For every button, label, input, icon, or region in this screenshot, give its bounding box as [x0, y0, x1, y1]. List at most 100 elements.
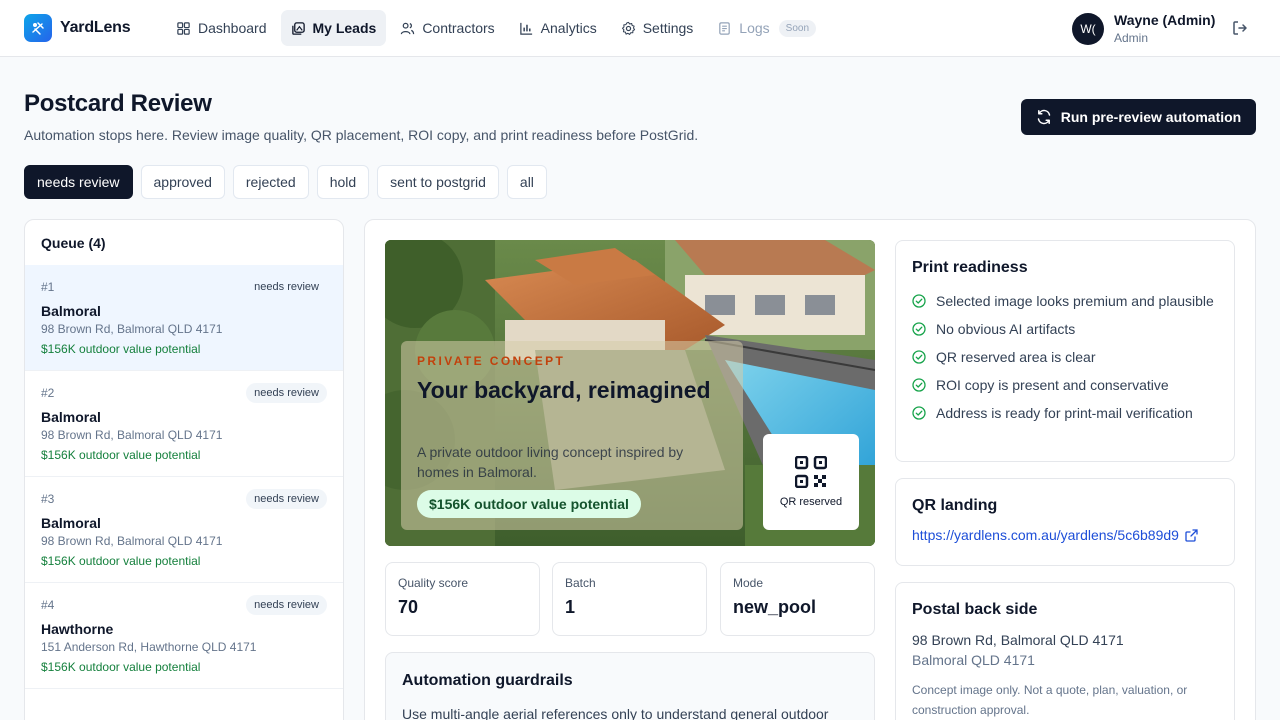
- queue-item-value: $156K outdoor value potential: [41, 342, 201, 356]
- qr-landing-card: QR landing https://yardlens.com.au/yardl…: [895, 478, 1235, 566]
- status-badge: needs review: [246, 489, 327, 509]
- leads-icon: [291, 21, 305, 35]
- stat-value: 1: [565, 597, 576, 617]
- logout-icon[interactable]: [1231, 19, 1249, 37]
- user-role: Admin: [1114, 31, 1149, 45]
- nav-item-my-leads[interactable]: My Leads: [280, 10, 387, 46]
- queue-item[interactable]: #4 needs review Hawthorne 151 Anderson R…: [25, 583, 343, 689]
- postal-disclaimer: Concept image only. Not a quote, plan, v…: [912, 683, 1188, 717]
- mode-card: Mode new_pool: [720, 562, 875, 636]
- filter-hold[interactable]: hold: [316, 165, 370, 199]
- status-filter-tabs: needs review approved rejected hold sent…: [24, 165, 547, 199]
- stat-value: 70: [398, 597, 419, 617]
- main-nav: Dashboard My Leads Contractors Analytics…: [166, 10, 826, 46]
- queue-item-address: 98 Brown Rd, Balmoral QLD 4171: [41, 322, 223, 336]
- nav-label: Contractors: [422, 20, 495, 36]
- stat-label: Quality score: [398, 576, 469, 590]
- filter-rejected[interactable]: rejected: [232, 165, 309, 199]
- checklist-label: ROI copy is present and conservative: [936, 377, 1169, 393]
- filter-needs-review[interactable]: needs review: [24, 165, 133, 199]
- queue-item[interactable]: #1 needs review Balmoral 98 Brown Rd, Ba…: [25, 265, 343, 371]
- checklist-item: No obvious AI artifacts: [912, 319, 1218, 339]
- guardrails-text: Use multi-angle aerial references only t…: [402, 706, 829, 720]
- checklist-item: ROI copy is present and conservative: [912, 375, 1218, 395]
- checklist-label: No obvious AI artifacts: [936, 321, 1076, 337]
- top-nav-bar: YardLens Dashboard My Leads Contractors …: [0, 0, 1280, 57]
- nav-label: Analytics: [540, 20, 597, 36]
- queue-item-address: 98 Brown Rd, Balmoral QLD 4171: [41, 428, 223, 442]
- stat-label: Batch: [565, 576, 596, 590]
- queue-item-value: $156K outdoor value potential: [41, 660, 201, 674]
- check-circle-icon: [912, 322, 926, 336]
- postcard-body: A private outdoor living concept inspire…: [417, 444, 684, 480]
- postcard-value-chip: $156K outdoor value potential: [417, 490, 641, 518]
- status-badge: needs review: [254, 281, 319, 293]
- page-title: Postcard Review: [24, 90, 212, 117]
- postcard-eyebrow: PRIVATE CONCEPT: [417, 354, 566, 368]
- nav-label: Dashboard: [198, 20, 267, 36]
- qr-landing-title: QR landing: [912, 497, 998, 514]
- user-menu[interactable]: W( Wayne (Admin) Admin: [1072, 12, 1215, 46]
- grid-icon: [177, 21, 190, 35]
- soon-badge: Soon: [778, 19, 817, 37]
- qr-code-icon: [795, 456, 827, 488]
- status-badge: needs review: [246, 595, 327, 615]
- qr-landing-link[interactable]: https://yardlens.com.au/yardlens/5c6b89d…: [912, 527, 1218, 543]
- queue-item-value: $156K outdoor value potential: [41, 448, 201, 462]
- postal-back-card: Postal back side 98 Brown Rd, Balmoral Q…: [895, 582, 1235, 720]
- app-name: YardLens: [60, 19, 131, 36]
- filter-approved[interactable]: approved: [140, 165, 225, 199]
- checklist-item: Address is ready for print-mail verifica…: [912, 403, 1218, 423]
- nav-item-contractors[interactable]: Contractors: [390, 10, 504, 46]
- check-circle-icon: [912, 350, 926, 364]
- check-circle-icon: [912, 294, 926, 308]
- filter-all[interactable]: all: [506, 165, 547, 199]
- qr-reserved-label: QR reserved: [779, 496, 843, 508]
- logs-icon: [719, 21, 731, 35]
- postcard-headline: Your backyard, reimagined: [417, 377, 711, 403]
- queue-item-address: 151 Anderson Rd, Hawthorne QLD 4171: [41, 640, 257, 654]
- page-subtitle: Automation stops here. Review image qual…: [24, 127, 699, 143]
- filter-sent-to-postgrid[interactable]: sent to postgrid: [377, 165, 499, 199]
- checklist-item: Selected image looks premium and plausib…: [912, 291, 1218, 311]
- avatar: W(: [1072, 13, 1104, 45]
- checklist-label: Address is ready for print-mail verifica…: [936, 405, 1193, 421]
- checklist-label: QR reserved area is clear: [936, 349, 1096, 365]
- qr-reserved-area: QR reserved: [763, 434, 859, 530]
- gear-icon: [621, 21, 635, 35]
- user-name: Wayne (Admin): [1114, 12, 1216, 28]
- quality-score-card: Quality score 70: [385, 562, 540, 636]
- check-circle-icon: [912, 378, 926, 392]
- nav-label: Logs: [739, 20, 770, 36]
- queue-item-suburb: Balmoral: [41, 515, 101, 531]
- print-readiness-card: Print readiness Selected image looks pre…: [895, 240, 1235, 462]
- guardrails-title: Automation guardrails: [402, 672, 573, 689]
- postal-title: Postal back side: [912, 601, 1038, 618]
- checklist-item: QR reserved area is clear: [912, 347, 1218, 367]
- nav-item-settings[interactable]: Settings: [611, 10, 704, 46]
- nav-item-analytics[interactable]: Analytics: [509, 10, 607, 46]
- qr-landing-url: https://yardlens.com.au/yardlens/5c6b89d…: [912, 527, 1179, 543]
- run-pre-review-button[interactable]: Run pre-review automation: [1021, 99, 1256, 135]
- queue-panel: Queue (4) #1 needs review Balmoral 98 Br…: [24, 219, 344, 720]
- refresh-icon: [1037, 109, 1051, 125]
- nav-item-dashboard[interactable]: Dashboard: [166, 10, 277, 46]
- nav-item-logs: Logs Soon: [707, 10, 826, 46]
- queue-item-address: 98 Brown Rd, Balmoral QLD 4171: [41, 534, 223, 548]
- automation-guardrails-card: Automation guardrails Use multi-angle ae…: [385, 652, 875, 720]
- app-logo[interactable]: YardLens: [24, 14, 131, 42]
- queue-item-value: $156K outdoor value potential: [41, 554, 201, 568]
- queue-item-suburb: Balmoral: [41, 303, 101, 319]
- queue-item-suburb: Hawthorne: [41, 621, 114, 637]
- bar-chart-icon: [519, 22, 532, 35]
- users-icon: [401, 22, 415, 34]
- print-readiness-title: Print readiness: [912, 259, 1028, 276]
- queue-item-suburb: Balmoral: [41, 409, 101, 425]
- nav-label: My Leads: [312, 20, 377, 36]
- queue-title: Queue (4): [41, 235, 106, 251]
- readiness-checklist: Selected image looks premium and plausib…: [912, 291, 1218, 423]
- queue-item[interactable]: #2 needs review Balmoral 98 Brown Rd, Ba…: [25, 371, 343, 477]
- check-circle-icon: [912, 406, 926, 420]
- queue-item[interactable]: #3 needs review Balmoral 98 Brown Rd, Ba…: [25, 477, 343, 583]
- stat-value: new_pool: [733, 597, 817, 617]
